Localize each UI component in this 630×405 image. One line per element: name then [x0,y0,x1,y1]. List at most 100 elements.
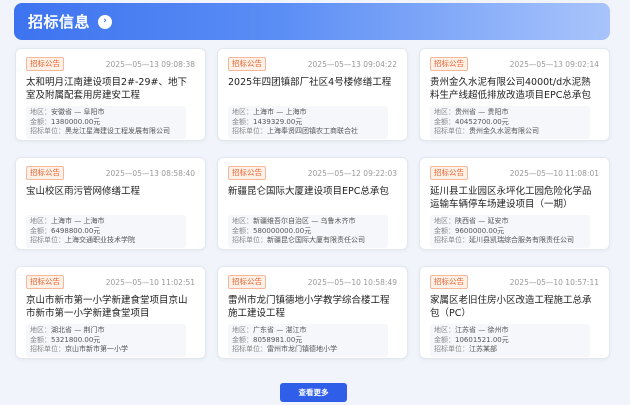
region-value: 湖北省 — 荆门市 [51,326,105,334]
section-title: 招标信息 [28,13,91,31]
tender-title[interactable]: 京山市新市第一小学新建食堂项目京山市新市第一小学新建食堂项目 [26,294,195,320]
region-label: 地区： [30,108,51,116]
unit-row: 招标单位：延川县凯瑞综合服务有限责任公司 [434,236,586,246]
region-value: 陕西省 — 延安市 [455,217,509,225]
unit-label: 招标单位： [434,127,469,135]
tender-card[interactable]: 招标公告 2025—05—13 08:58:40 宝山校区雨污管网修缮工程 地区：上海… [15,157,206,250]
region-value: 江苏省 — 徐州市 [455,326,509,334]
unit-label: 招标单位： [30,127,65,135]
tender-title[interactable]: 宝山校区雨污管网修缮工程 [26,185,195,211]
unit-label: 招标单位： [30,236,65,244]
unit-row: 招标单位：新疆昆仑国际大厦有限责任公司 [232,236,384,246]
amount-label: 金额： [30,335,51,344]
unit-value: 京山市新市第一小学 [65,345,128,353]
publish-date: 2025—05—10 11:02:51 [105,277,195,287]
unit-label: 招标单位： [30,345,65,353]
amount-row: 金额：5321800.00元 [30,336,182,346]
region-label: 地区： [434,217,455,225]
region-value: 新疆维吾尔自治区 — 乌鲁木齐市 [253,217,356,225]
region-row: 地区：江苏省 — 徐州市 [434,326,586,336]
region-value: 上海市 — 上海市 [253,108,307,116]
tender-tag: 招标公告 [430,166,468,180]
view-more-button[interactable]: 查看更多 [280,383,347,402]
tender-card[interactable]: 招标公告 2025—05—13 09:02:14 贵州金久水泥有限公司4000t/d… [419,48,610,141]
publish-date: 2025—05—13 09:08:38 [105,59,195,69]
amount-value: 5321800.00元 [51,335,101,344]
publish-date: 2025—05—13 09:02:14 [509,59,599,69]
region-label: 地区： [434,108,455,116]
region-row: 地区：新疆维吾尔自治区 — 乌鲁木齐市 [232,217,384,227]
tender-title[interactable]: 新疆昆仑国际大厦建设项目EPC总承包 [228,185,397,211]
unit-value: 上海交通职业技术学院 [65,236,135,244]
tender-tag: 招标公告 [228,57,266,71]
section-header: 招标信息 › [14,3,610,40]
tender-tag: 招标公告 [26,275,64,289]
tender-title[interactable]: 家属区老旧住房小区改造工程施工总承包（PC） [430,294,599,320]
tender-info: 地区：广东省 — 湛江市 金额：8058981.00元 招标单位：雷州市龙门镇德地小… [228,324,388,357]
publish-date: 2025—05—13 09:04:22 [307,59,397,69]
unit-label: 招标单位： [434,345,469,353]
tender-card[interactable]: 招标公告 2025—05—13 09:04:22 2025年四团镇部厂社区4号楼修缮… [217,48,408,141]
amount-label: 金额： [232,226,253,235]
region-label: 地区： [232,108,253,116]
amount-row: 金额：6498800.00元 [30,227,182,237]
tender-info: 地区：新疆维吾尔自治区 — 乌鲁木齐市 金额：580000000.00元 招标单位：… [228,215,388,248]
unit-row: 招标单位：上海奉贤四团镇农工商联合社 [232,127,384,137]
tender-tag: 招标公告 [26,57,64,71]
tender-title[interactable]: 雷州市龙门镇德地小学教学综合楼工程施工建设工程 [228,294,397,320]
amount-value: 580000000.00元 [253,226,312,235]
unit-label: 招标单位： [434,236,469,244]
unit-value: 贵州金久水泥有限公司 [469,127,539,135]
unit-label: 招标单位： [232,127,267,135]
amount-label: 金额： [30,117,51,126]
unit-row: 招标单位：上海交通职业技术学院 [30,236,182,246]
region-row: 地区：湖北省 — 荆门市 [30,326,182,336]
region-row: 地区：上海市 — 上海市 [30,217,182,227]
tender-tag: 招标公告 [430,57,468,71]
amount-row: 金额：40452700.00元 [434,118,586,128]
tender-info: 地区：上海市 — 上海市 金额：1439329.00元 招标单位：上海奉贤四团镇农工… [228,106,388,139]
region-label: 地区： [434,326,455,334]
unit-value: 延川县凯瑞综合服务有限责任公司 [469,236,574,244]
unit-value: 江苏某部 [469,345,497,353]
tender-card[interactable]: 招标公告 2025—05—10 11:02:51 京山市新市第一小学新建食堂项目京山… [15,266,206,359]
region-value: 广东省 — 湛江市 [253,326,307,334]
tender-title[interactable]: 太和明月江南建设项目2#-29#、地下室及附属配套用房建安工程 [26,76,195,102]
region-row: 地区：贵州省 — 贵阳市 [434,108,586,118]
amount-value: 10601521.00元 [455,335,509,344]
chevron-right-icon[interactable]: › [98,14,113,29]
amount-label: 金额： [232,117,253,126]
amount-value: 1380000.00元 [51,117,101,126]
unit-value: 上海奉贤四团镇农工商联合社 [267,127,358,135]
tender-card[interactable]: 招标公告 2025—05—10 10:58:49 雷州市龙门镇德地小学教学综合楼工程… [217,266,408,359]
unit-row: 招标单位：京山市新市第一小学 [30,345,182,355]
tender-card[interactable]: 招标公告 2025—05—13 09:08:38 太和明月江南建设项目2#-29#、… [15,48,206,141]
tender-info: 地区：上海市 — 上海市 金额：6498800.00元 招标单位：上海交通职业技术学… [26,215,186,248]
amount-label: 金额： [232,335,253,344]
tender-title[interactable]: 贵州金久水泥有限公司4000t/d水泥熟料生产线超低排放改造项目EPC总承包 [430,76,599,102]
amount-value: 1439329.00元 [253,117,303,126]
tender-tag: 招标公告 [26,166,64,180]
tender-card[interactable]: 招标公告 2025—05—12 09:22:03 新疆昆仑国际大厦建设项目EPC总承… [217,157,408,250]
tender-info: 地区：江苏省 — 徐州市 金额：10601521.00元 招标单位：江苏某部 [430,324,590,357]
tender-card-grid: 招标公告 2025—05—13 09:08:38 太和明月江南建设项目2#-29#、… [15,48,611,359]
unit-row: 招标单位：贵州金久水泥有限公司 [434,127,586,137]
tender-card[interactable]: 招标公告 2025—05—10 11:08:01 延川县工业园区永坪化工园危险化学品… [419,157,610,250]
amount-value: 9600000.00元 [455,226,505,235]
amount-row: 金额：9600000.00元 [434,227,586,237]
tender-card[interactable]: 招标公告 2025—05—10 10:57:11 家属区老旧住房小区改造工程施工总承… [419,266,610,359]
tender-title[interactable]: 2025年四团镇部厂社区4号楼修缮工程 [228,76,397,102]
amount-label: 金额： [30,226,51,235]
tender-title[interactable]: 延川县工业园区永坪化工园危险化学品运输车辆停车场建设项目（一期） [430,185,599,211]
region-value: 上海市 — 上海市 [51,217,105,225]
region-value: 贵州省 — 贵阳市 [455,108,509,116]
region-label: 地区： [30,326,51,334]
amount-row: 金额：1439329.00元 [232,118,384,128]
unit-row: 招标单位：雷州市龙门镇德地小学 [232,345,384,355]
tender-info: 地区：陕西省 — 延安市金额：9600000.00元 招标单位：延川县凯瑞综合服务… [430,215,590,248]
region-value: 安徽省 — 阜阳市 [51,108,105,116]
region-label: 地区： [232,326,253,334]
unit-label: 招标单位： [232,236,267,244]
unit-label: 招标单位： [232,345,267,353]
tender-info: 地区：贵州省 — 贵阳市 金额：40452700.00元 招标单位：贵州金久水泥有限… [430,106,590,139]
